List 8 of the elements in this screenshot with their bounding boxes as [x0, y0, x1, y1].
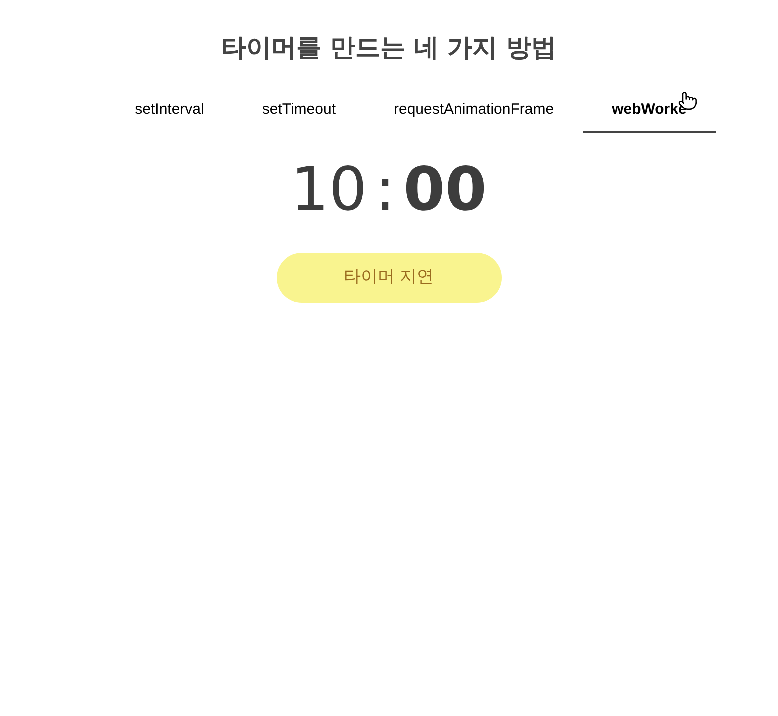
page-title: 타이머를 만드는 네 가지 방법 [222, 32, 556, 64]
delay-timer-button[interactable]: 타이머 지연 [276, 253, 502, 303]
tab[interactable]: setTimeout [233, 90, 365, 133]
timer-separator: : [375, 155, 396, 225]
tab[interactable]: setInterval [106, 90, 234, 133]
timer-seconds: 00 [404, 155, 488, 225]
tab[interactable]: requestAnimationFrame [365, 90, 584, 133]
timer-minutes: 10 [290, 155, 368, 225]
